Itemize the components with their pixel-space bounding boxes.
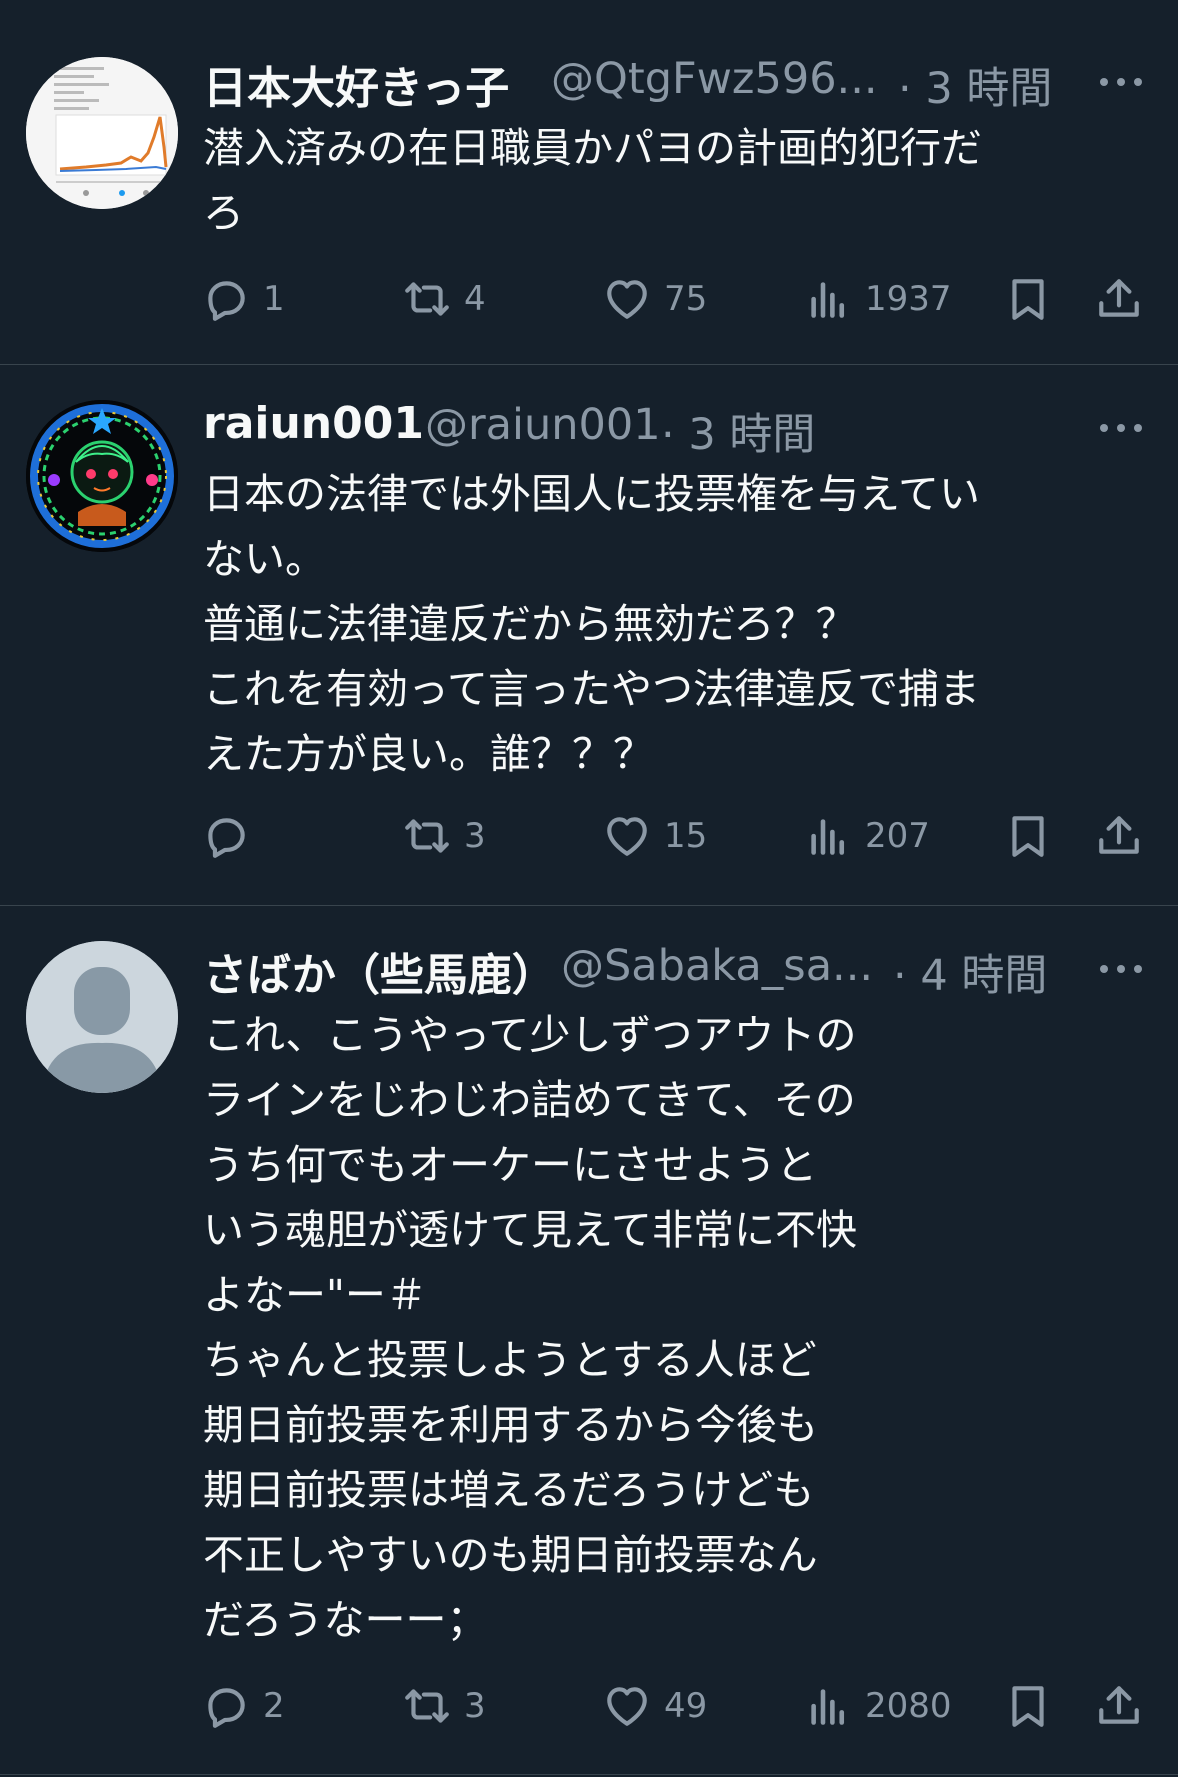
tweet-text: これ、こうやって少しずつアウトの ラインをじわじわ詰めてきて、その うち何でもオ… <box>203 1011 857 1644</box>
chart-thumbnail-image <box>26 57 178 209</box>
bookmark-button[interactable] <box>1003 1676 1053 1736</box>
bookmark-icon <box>1012 279 1044 320</box>
tweet[interactable]: さばか（些馬鹿） @Sabaka_sa... · 4 時間 これ、こうやって少し… <box>0 906 1178 1775</box>
share-icon <box>1099 816 1139 854</box>
retweet-button[interactable]: 3 <box>402 806 486 866</box>
bookmark-button[interactable] <box>1003 806 1053 866</box>
avatar[interactable] <box>26 400 178 552</box>
views-button[interactable]: 207 <box>803 806 930 866</box>
like-count: 15 <box>664 816 708 856</box>
reply-button[interactable] <box>201 806 263 866</box>
heart-icon <box>607 817 647 856</box>
like-count: 75 <box>664 279 708 319</box>
retweet-icon <box>405 282 449 316</box>
display-name[interactable]: さばか（些馬鹿） <box>203 939 556 1003</box>
reply-icon <box>208 281 245 321</box>
display-name[interactable]: 日本大好きっ子 <box>203 52 509 116</box>
action-bar: 2 3 49 2080 <box>0 1676 1178 1736</box>
view-count: 1937 <box>865 279 952 319</box>
retweet-button[interactable]: 4 <box>402 269 486 329</box>
views-button[interactable]: 2080 <box>803 1676 952 1736</box>
share-button[interactable] <box>1094 1676 1144 1736</box>
views-chart-icon <box>811 1689 845 1725</box>
tweet[interactable]: 日本大好きっ子 @QtgFwz596... · 3 時間 潜入済みの在日職員かパ… <box>0 0 1178 365</box>
reply-button[interactable]: 1 <box>201 269 285 329</box>
heart-icon <box>607 1687 647 1726</box>
share-icon <box>1099 1686 1139 1724</box>
tweet-text: 潜入済みの在日職員かパヨの計画的犯行だ ろ <box>203 124 982 237</box>
bookmark-button[interactable] <box>1003 269 1053 329</box>
retweet-icon <box>405 1689 449 1723</box>
bookmark-icon <box>1012 1686 1044 1727</box>
share-button[interactable] <box>1094 269 1144 329</box>
like-button[interactable]: 49 <box>602 1676 707 1736</box>
reply-count: 1 <box>263 279 285 319</box>
user-handle[interactable]: @raiun001 <box>425 400 661 450</box>
user-handle[interactable]: @Sabaka_sa... <box>561 941 873 991</box>
user-handle[interactable]: @QtgFwz596... <box>551 54 878 104</box>
more-options-icon[interactable] <box>1094 939 1148 993</box>
reply-icon <box>208 818 245 858</box>
views-chart-icon <box>811 282 845 318</box>
view-count: 207 <box>865 816 930 856</box>
avatar[interactable] <box>26 57 178 209</box>
reply-icon <box>208 1688 245 1728</box>
views-button[interactable]: 1937 <box>803 269 952 329</box>
timestamp[interactable]: · 3 時間 <box>898 54 1052 116</box>
display-name[interactable]: raiun001 <box>203 398 424 449</box>
like-count: 49 <box>664 1686 708 1726</box>
tweet-text: 日本の法律では外国人に投票権を与えてい ない。 普通に法律違反だから無効だろ？？… <box>203 470 980 778</box>
share-icon <box>1099 279 1139 317</box>
tweet[interactable]: raiun001 @raiun001 · 3 時間 日本の法律では外国人に投票権… <box>0 365 1178 906</box>
default-avatar[interactable] <box>26 941 178 1093</box>
views-chart-icon <box>811 819 845 855</box>
retweet-button[interactable]: 3 <box>402 1676 486 1736</box>
more-options-icon[interactable] <box>1094 52 1148 106</box>
action-bar: 3 15 207 <box>0 806 1178 866</box>
share-button[interactable] <box>1094 806 1144 866</box>
action-bar: 1 4 75 1937 <box>0 269 1178 329</box>
person-silhouette-icon <box>26 941 178 1093</box>
retweet-count: 3 <box>464 1686 486 1726</box>
retweet-count: 4 <box>464 279 486 319</box>
retweet-count: 3 <box>464 816 486 856</box>
bookmark-icon <box>1012 816 1044 857</box>
view-count: 2080 <box>865 1686 952 1726</box>
like-button[interactable]: 75 <box>602 269 707 329</box>
anime-character-avatar-image <box>26 400 178 552</box>
reply-button[interactable]: 2 <box>201 1676 285 1736</box>
timestamp[interactable]: · 3 時間 <box>661 400 815 462</box>
timestamp[interactable]: · 4 時間 <box>893 941 1047 1003</box>
heart-icon <box>607 280 647 319</box>
more-options-icon[interactable] <box>1094 398 1148 452</box>
reply-count: 2 <box>263 1686 285 1726</box>
like-button[interactable]: 15 <box>602 806 707 866</box>
retweet-icon <box>405 819 449 853</box>
